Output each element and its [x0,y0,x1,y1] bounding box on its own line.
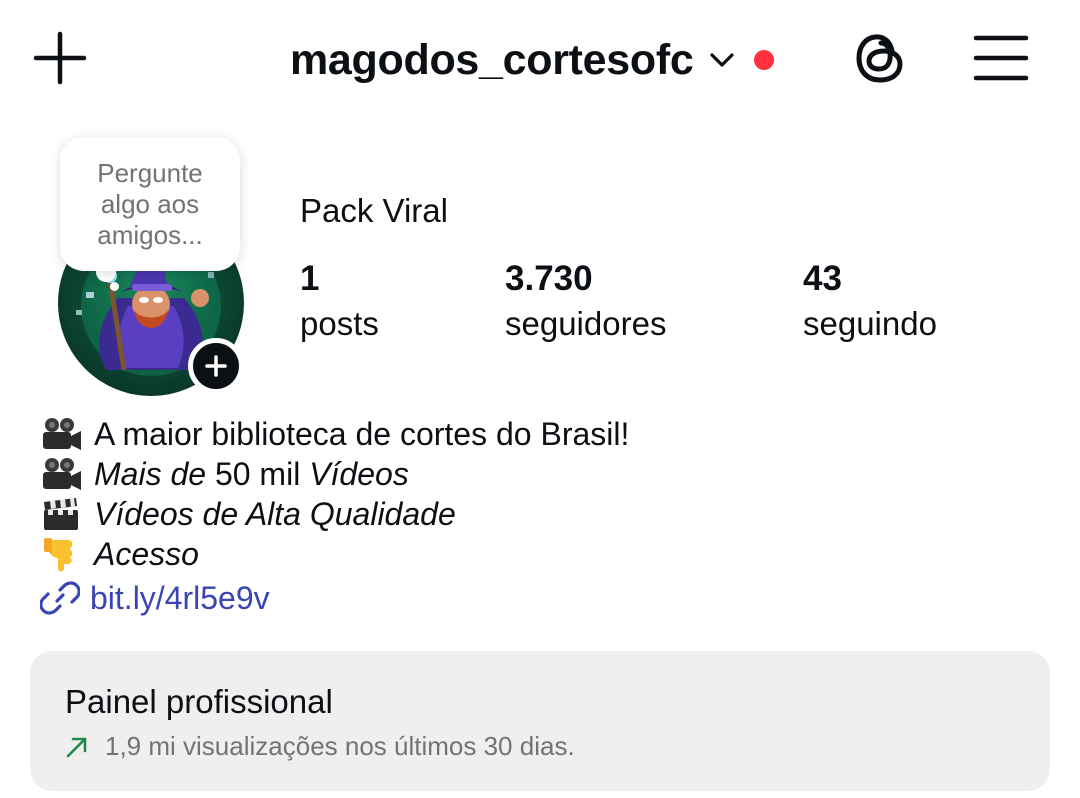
display-name: Pack Viral [300,192,448,229]
bio-text-italic: Vídeos de Alta Qualidade [94,496,456,532]
threads-button[interactable] [848,26,912,90]
bio-link-text: bit.ly/4rl5e9v [90,580,270,616]
dashboard-title: Painel profissional [65,683,333,720]
chevron-down-icon [708,44,740,76]
bio-line: Vídeos de Alta Qualidade [40,494,1040,534]
add-story-button[interactable] [188,338,244,394]
dashboard-subtitle: 1,9 mi visualizações nos últimos 30 dias… [65,731,575,762]
notification-dot [753,50,774,70]
menu-button[interactable] [968,28,1034,88]
note-prompt: Pergunte algo aos amigos... [97,157,203,250]
username: magodos_cortesofc [290,35,694,84]
professional-dashboard-card[interactable]: Painel profissional 1,9 mi visualizações… [30,651,1050,791]
stat-following[interactable]: 43 seguindo [803,258,937,348]
pointing-down-hand-icon [44,538,73,572]
bio: A maior biblioteca de cortes do Brasil! … [40,414,1040,618]
posts-count: 1 [300,259,320,298]
plus-icon [205,355,227,377]
bio-text-italic: Vídeos [309,456,409,492]
top-bar: magodos_cortesofc [0,0,1080,120]
bio-text: 50 mil [206,456,310,492]
note-bubble-tail-dot [110,282,119,291]
movie-camera-icon [43,418,81,450]
bio-line: Acesso [40,534,1040,574]
dashboard-views-text: 1,9 mi visualizações nos últimos 30 dias… [105,731,575,761]
bio-line: Mais de 50 mil Vídeos [40,454,1040,494]
following-label: seguindo [803,305,937,342]
followers-count: 3.730 [505,259,593,298]
bio-link[interactable]: bit.ly/4rl5e9v [40,578,270,618]
plus-icon [33,31,87,85]
clapper-board-icon [44,498,78,530]
note-bubble[interactable]: Pergunte algo aos amigos... [60,137,240,271]
movie-camera-icon [43,458,81,490]
bio-text-italic: Mais de [94,456,207,492]
bio-text-italic: Acesso [94,536,199,572]
posts-label: posts [300,305,379,342]
bio-text: A maior biblioteca de cortes do Brasil! [94,416,630,452]
create-button[interactable] [28,28,92,88]
hamburger-menu-icon [973,35,1029,81]
link-icon [40,580,80,616]
account-switcher[interactable]: magodos_cortesofc [290,30,774,90]
followers-label: seguidores [505,305,667,342]
stat-followers[interactable]: 3.730 seguidores [505,258,666,348]
trending-up-arrow-icon [65,733,93,761]
threads-icon [856,34,903,83]
bio-line: A maior biblioteca de cortes do Brasil! [40,414,1040,454]
following-count: 43 [803,259,842,298]
stat-posts[interactable]: 1 posts [300,258,379,348]
